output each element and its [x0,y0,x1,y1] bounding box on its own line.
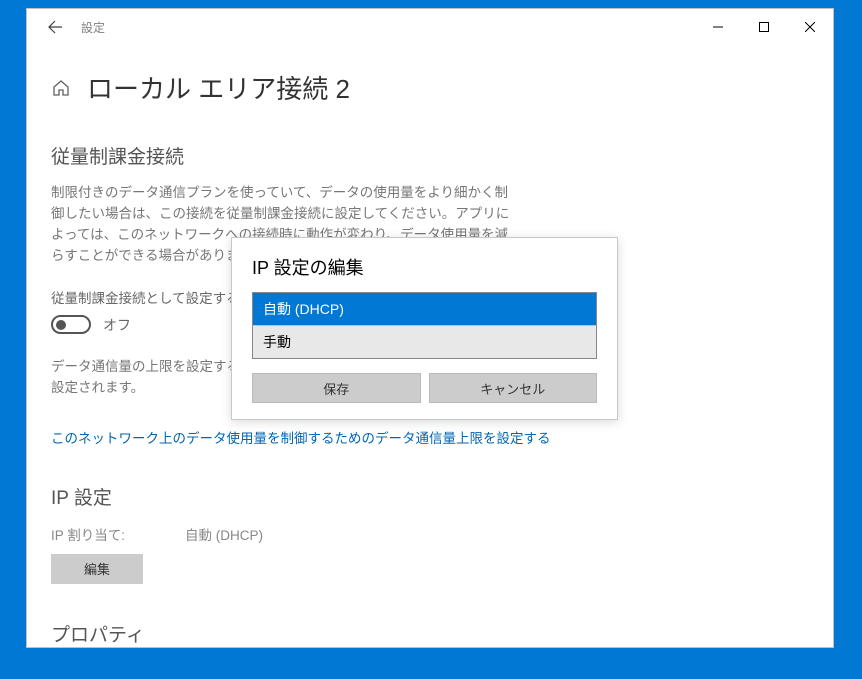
maximize-button[interactable] [741,11,787,43]
close-button[interactable] [787,11,833,43]
ip-assign-label: IP 割り当て: [51,524,125,544]
minimize-icon [713,22,723,32]
maximize-icon [759,22,769,32]
ip-settings-dialog: IP 設定の編集 自動 (DHCP) 手動 保存 キャンセル [231,237,618,420]
dialog-title: IP 設定の編集 [232,238,617,292]
dropdown-option-manual[interactable]: 手動 [253,325,596,358]
close-icon [805,22,815,32]
page-header: ローカル エリア接続 2 [51,69,809,106]
arrow-left-icon [47,19,63,35]
cancel-button[interactable]: キャンセル [429,373,598,403]
save-button[interactable]: 保存 [252,373,421,403]
window-controls [695,11,833,43]
metered-toggle-state: オフ [103,315,131,335]
metered-section-title: 従量制課金接続 [51,142,809,169]
toggle-knob [56,320,66,330]
ip-edit-button[interactable]: 編集 [51,554,143,584]
dialog-buttons: 保存 キャンセル [232,367,617,419]
data-limit-link[interactable]: このネットワーク上のデータ使用量を制御するためのデータ通信量上限を設定する [51,427,809,447]
ip-assignment-row: IP 割り当て: 自動 (DHCP) [51,524,809,544]
properties-section: プロパティ [51,620,809,647]
titlebar: 設定 [27,9,833,45]
ip-section: IP 設定 IP 割り当て: 自動 (DHCP) 編集 [51,483,809,584]
app-title: 設定 [81,19,105,36]
dropdown-option-auto[interactable]: 自動 (DHCP) [253,293,596,325]
home-icon[interactable] [51,78,71,98]
ip-assign-value: 自動 (DHCP) [185,524,263,544]
ip-section-title: IP 設定 [51,483,809,510]
back-button[interactable] [39,11,71,43]
minimize-button[interactable] [695,11,741,43]
ip-mode-dropdown[interactable]: 自動 (DHCP) 手動 [252,292,597,359]
properties-section-title: プロパティ [51,620,809,647]
page-title: ローカル エリア接続 2 [87,69,350,106]
metered-toggle[interactable] [51,315,91,334]
